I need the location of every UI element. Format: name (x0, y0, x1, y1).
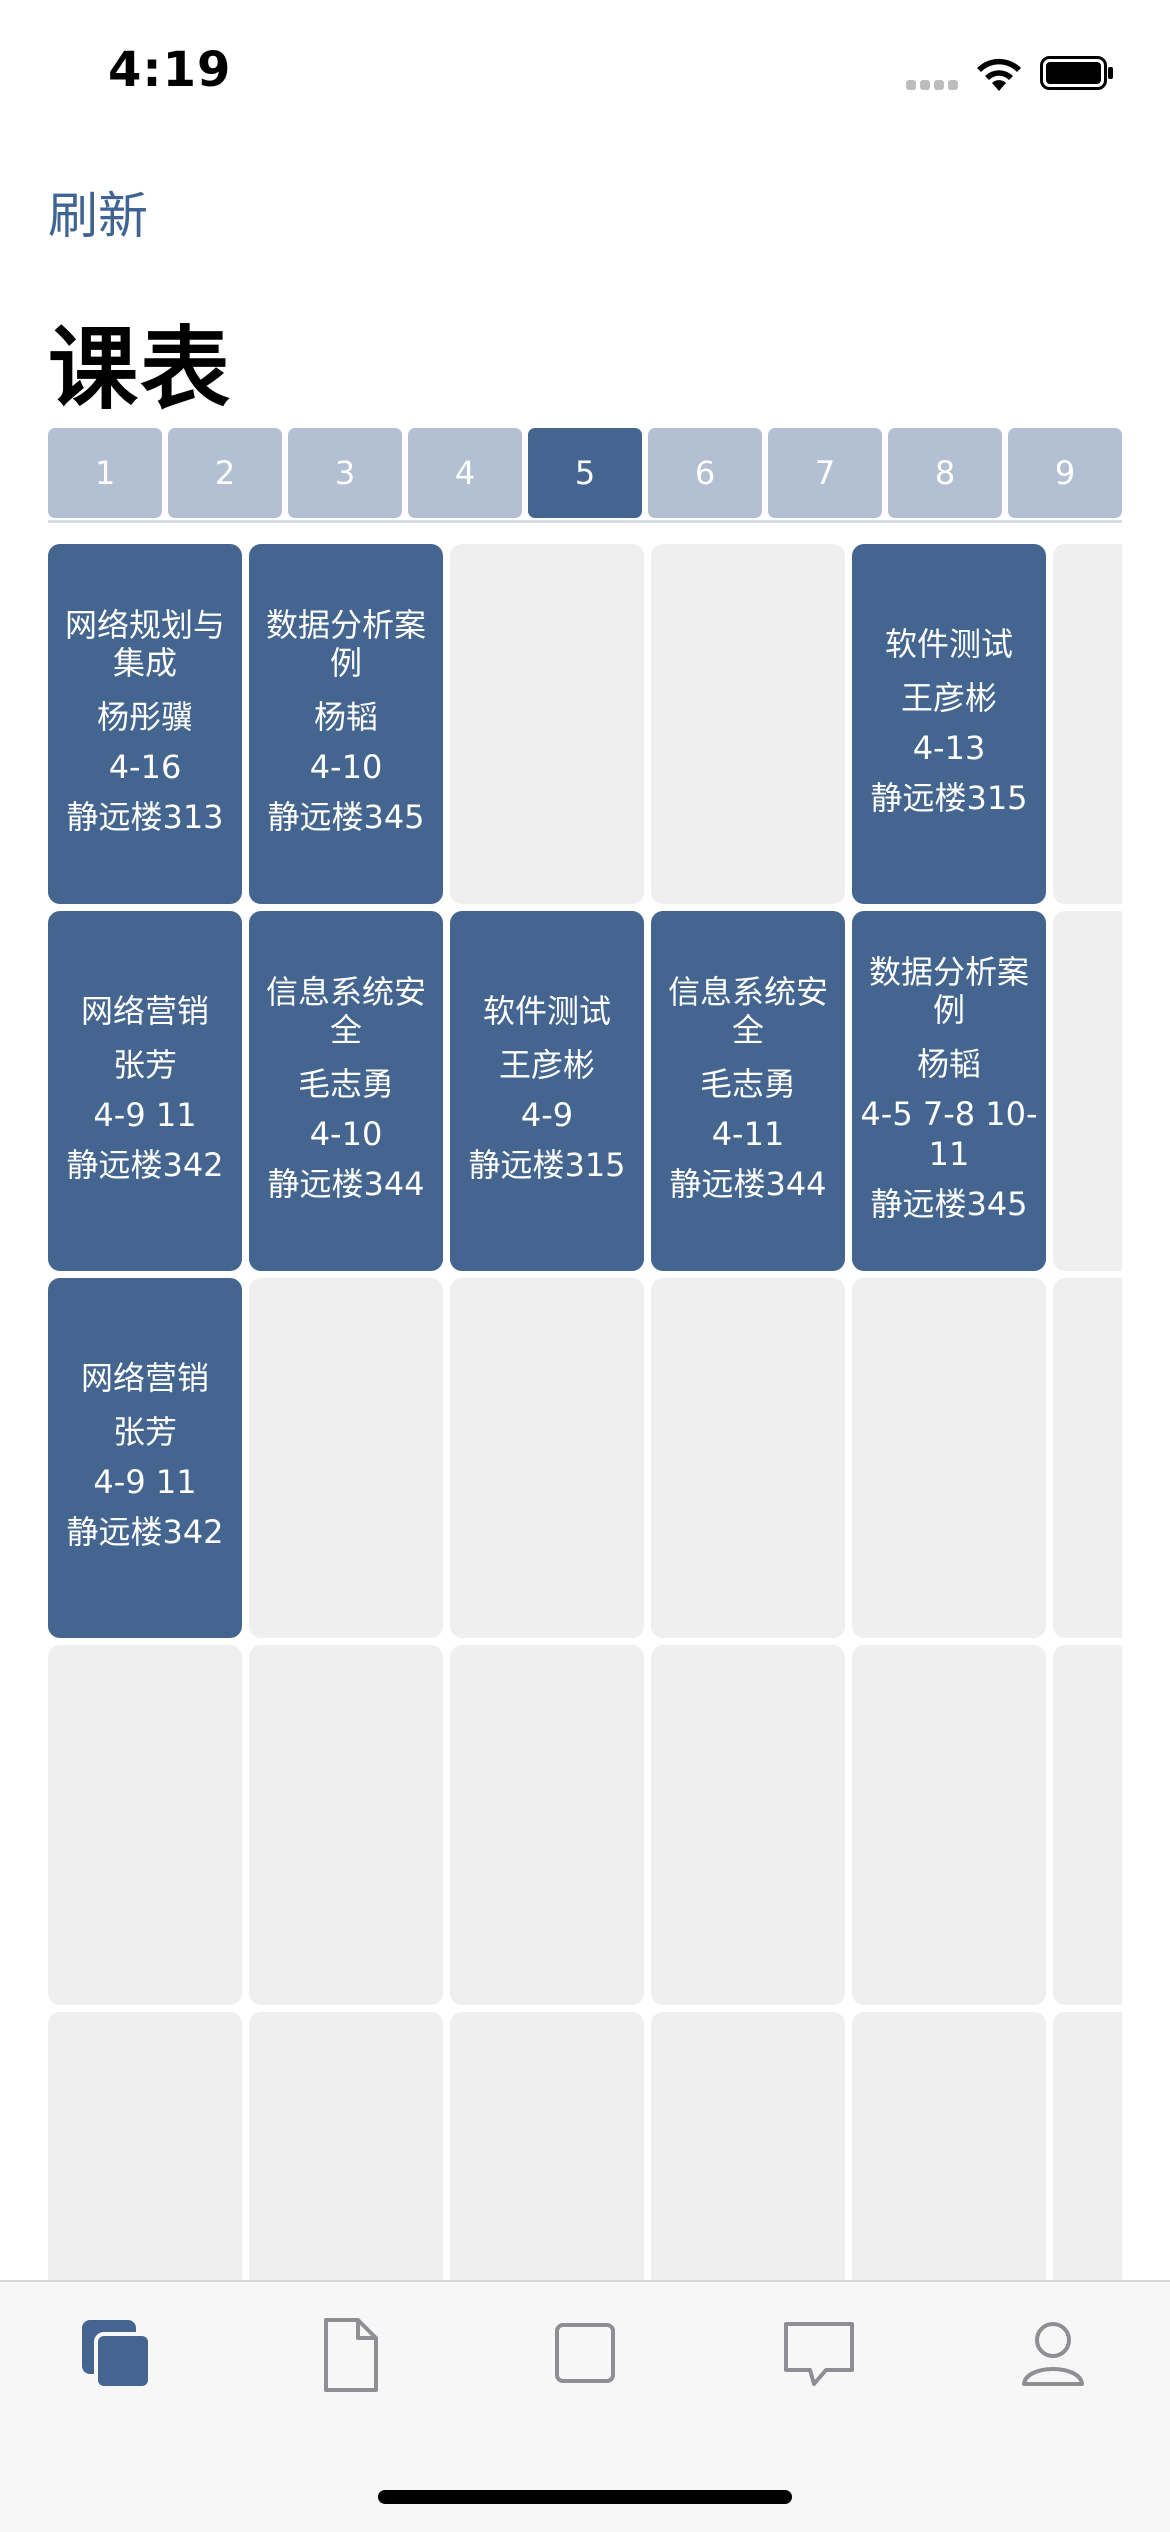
course-teacher: 王彦彬 (498, 1046, 595, 1084)
empty-cell[interactable] (852, 1278, 1046, 1638)
empty-cell[interactable] (1053, 911, 1122, 1271)
week-selector: 1 2 3 4 5 6 7 8 9 (48, 428, 1122, 520)
course-room: 静远楼344 (267, 1165, 425, 1203)
week-button-3[interactable]: 3 (288, 428, 402, 518)
empty-cell[interactable] (1053, 544, 1122, 904)
empty-cell[interactable] (450, 1278, 644, 1638)
course-cell[interactable]: 网络营销 张芳 4-9 11 静远楼342 (48, 911, 242, 1271)
home-indicator[interactable] (378, 2490, 792, 2504)
course-name: 网络规划与集成 (64, 606, 225, 682)
course-teacher: 毛志勇 (297, 1065, 394, 1103)
week-button-2[interactable]: 2 (168, 428, 282, 518)
person-icon[interactable] (1008, 2310, 1098, 2400)
course-weeks: 4-5 7-8 10-11 (860, 1095, 1038, 1173)
course-teacher: 毛志勇 (699, 1065, 796, 1103)
empty-cell[interactable] (651, 544, 845, 904)
wifi-icon (977, 58, 1021, 91)
week-button-1[interactable]: 1 (48, 428, 162, 518)
course-room: 静远楼344 (669, 1165, 827, 1203)
course-room: 静远楼315 (468, 1146, 626, 1184)
square-icon[interactable] (540, 2310, 630, 2400)
empty-cell[interactable] (48, 1645, 242, 2005)
empty-cell[interactable] (852, 1645, 1046, 2005)
empty-cell[interactable] (249, 1645, 443, 2005)
week-button-9[interactable]: 9 (1008, 428, 1122, 518)
empty-cell[interactable] (651, 1278, 845, 1638)
course-weeks: 4-10 (309, 1115, 383, 1153)
course-weeks: 4-16 (108, 748, 182, 786)
course-cell[interactable]: 信息系统安全 毛志勇 4-11 静远楼344 (651, 911, 845, 1271)
empty-cell[interactable] (450, 1645, 644, 2005)
empty-cell[interactable] (651, 1645, 845, 2005)
course-cell[interactable]: 数据分析案例 杨韬 4-5 7-8 10-11 静远楼345 (852, 911, 1046, 1271)
empty-cell[interactable] (450, 2012, 644, 2280)
course-weeks: 4-9 11 (93, 1096, 197, 1134)
week-button-8[interactable]: 8 (888, 428, 1002, 518)
schedule-icon[interactable] (72, 2310, 162, 2400)
refresh-button[interactable]: 刷新 (48, 176, 148, 248)
course-room: 静远楼315 (870, 779, 1028, 817)
empty-cell[interactable] (48, 2012, 242, 2280)
course-name: 信息系统安全 (265, 973, 426, 1049)
course-weeks: 4-13 (912, 729, 986, 767)
week-divider (48, 520, 1122, 523)
course-cell[interactable]: 软件测试 王彦彬 4-9 静远楼315 (450, 911, 644, 1271)
course-cell[interactable]: 软件测试 王彦彬 4-13 静远楼315 (852, 544, 1046, 904)
message-icon[interactable] (774, 2310, 864, 2400)
course-room: 静远楼345 (870, 1185, 1028, 1223)
course-name: 网络营销 (80, 992, 209, 1030)
course-cell[interactable]: 数据分析案例 杨韬 4-10 静远楼345 (249, 544, 443, 904)
course-teacher: 张芳 (112, 1413, 177, 1451)
course-name: 软件测试 (482, 992, 611, 1030)
week-button-5[interactable]: 5 (528, 428, 642, 518)
timetable-grid: 网络规划与集成 杨彤骥 4-16 静远楼313 数据分析案例 杨韬 4-10 静… (48, 544, 1122, 2280)
course-room: 静远楼342 (66, 1513, 224, 1551)
course-teacher: 杨韬 (313, 698, 378, 736)
week-button-4[interactable]: 4 (408, 428, 522, 518)
course-cell[interactable]: 网络规划与集成 杨彤骥 4-16 静远楼313 (48, 544, 242, 904)
course-name: 网络营销 (80, 1359, 209, 1397)
course-room: 静远楼342 (66, 1146, 224, 1184)
course-weeks: 4-10 (309, 748, 383, 786)
empty-cell[interactable] (1053, 2012, 1122, 2280)
course-teacher: 王彦彬 (900, 679, 997, 717)
empty-cell[interactable] (1053, 1645, 1122, 2005)
status-bar: 4:19 (0, 0, 1170, 140)
empty-cell[interactable] (450, 544, 644, 904)
course-cell[interactable]: 信息系统安全 毛志勇 4-10 静远楼344 (249, 911, 443, 1271)
course-teacher: 杨韬 (916, 1045, 981, 1083)
course-name: 软件测试 (884, 625, 1013, 663)
empty-cell[interactable] (651, 2012, 845, 2280)
empty-cell[interactable] (852, 2012, 1046, 2280)
empty-cell[interactable] (249, 1278, 443, 1638)
page-title: 课表 (48, 317, 232, 422)
course-teacher: 张芳 (112, 1046, 177, 1084)
course-name: 数据分析案例 (868, 953, 1029, 1029)
course-weeks: 4-9 11 (93, 1463, 197, 1501)
battery-icon (1040, 56, 1113, 90)
course-cell[interactable]: 网络营销 张芳 4-9 11 静远楼342 (48, 1278, 242, 1638)
course-name: 数据分析案例 (265, 606, 426, 682)
course-teacher: 杨彤骥 (96, 698, 193, 736)
empty-cell[interactable] (1053, 1278, 1122, 1638)
course-weeks: 4-9 (520, 1096, 574, 1134)
course-room: 静远楼313 (66, 798, 224, 836)
cellular-signal-icon (906, 80, 960, 94)
course-room: 静远楼345 (267, 798, 425, 836)
empty-cell[interactable] (249, 2012, 443, 2280)
course-weeks: 4-11 (711, 1115, 785, 1153)
week-button-7[interactable]: 7 (768, 428, 882, 518)
status-time: 4:19 (108, 42, 232, 98)
course-name: 信息系统安全 (667, 973, 828, 1049)
document-icon[interactable] (306, 2310, 396, 2400)
week-button-6[interactable]: 6 (648, 428, 762, 518)
